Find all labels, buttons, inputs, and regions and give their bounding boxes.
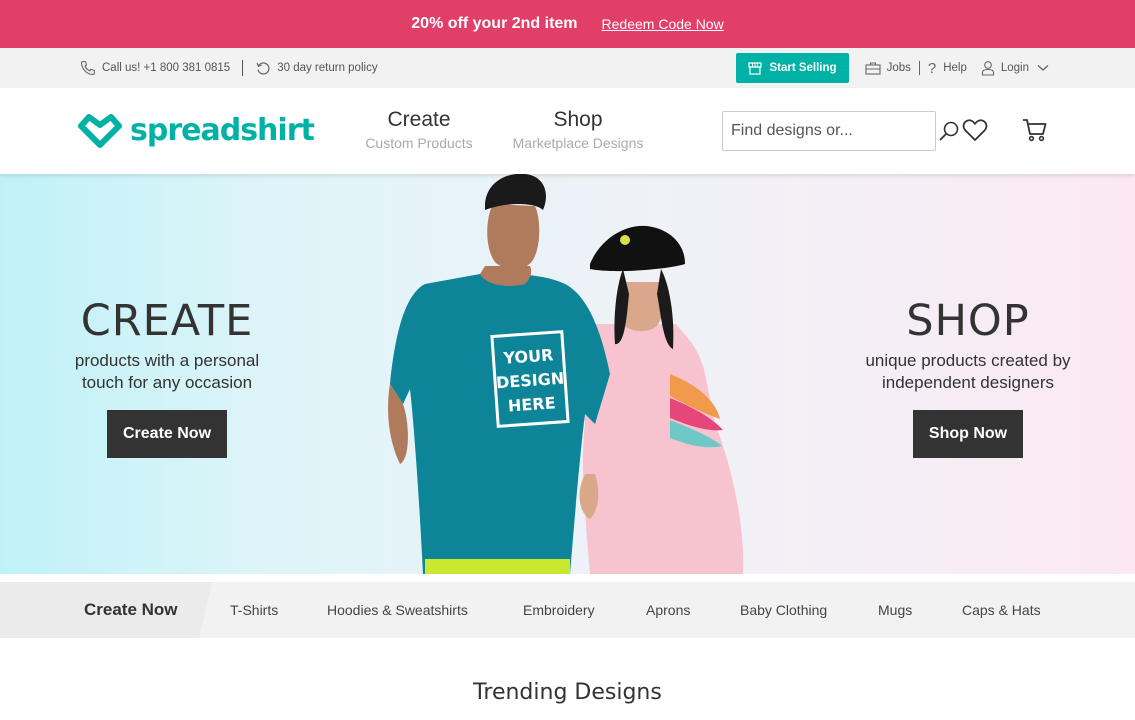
category-aprons[interactable]: Aprons xyxy=(646,582,690,638)
create-now-button[interactable]: Create Now xyxy=(106,410,228,458)
cart-icon[interactable] xyxy=(1022,118,1048,147)
category-t-shirts[interactable]: T-Shirts xyxy=(230,582,278,638)
phone-number[interactable]: Call us! +1 800 381 0815 xyxy=(102,62,230,74)
search-box xyxy=(722,111,959,151)
promo-bar: 20% off your 2nd item Redeem Code Now xyxy=(0,0,1135,48)
logo-text: spreadshirt xyxy=(130,112,315,148)
help-link[interactable]: ? Help xyxy=(928,60,967,77)
category-caps-hats[interactable]: Caps & Hats xyxy=(962,582,1041,638)
start-selling-label: Start Selling xyxy=(769,62,837,74)
divider xyxy=(918,61,920,75)
shirt-print-line3: HERE xyxy=(507,393,556,415)
nav-shop-title: Shop xyxy=(553,108,603,131)
category-create-now[interactable]: Create Now xyxy=(84,582,178,638)
hero-create-heading: CREATE xyxy=(80,296,254,346)
help-label: Help xyxy=(943,62,967,74)
hero-shop: SHOP unique products created by independ… xyxy=(818,298,1118,458)
man-figure: YOUR DESIGN HERE xyxy=(388,174,610,574)
main-header: spreadshirt Create Custom Products Shop … xyxy=(0,88,1135,174)
category-bar: Create Now T-Shirts Hoodies & Sweatshirt… xyxy=(0,582,1135,638)
utility-bar: Call us! +1 800 381 0815 30 day return p… xyxy=(0,48,1135,88)
search-icon[interactable] xyxy=(938,112,960,150)
user-icon xyxy=(981,61,994,76)
hero-shop-line1: unique products created by xyxy=(865,351,1071,370)
nav-create-sub: Custom Products xyxy=(365,135,473,151)
jobs-link[interactable]: Jobs xyxy=(865,61,911,75)
heart-logo-icon xyxy=(78,114,122,148)
woman-figure xyxy=(578,225,744,574)
spreadshirt-logo[interactable]: spreadshirt xyxy=(78,112,315,148)
category-embroidery[interactable]: Embroidery xyxy=(523,582,595,638)
chevron-down-icon xyxy=(1037,65,1049,71)
heart-icon[interactable] xyxy=(962,118,988,147)
hero-create-line2: touch for any occasion xyxy=(81,373,253,392)
jobs-label: Jobs xyxy=(886,62,911,74)
store-icon xyxy=(748,61,763,75)
shop-now-button[interactable]: Shop Now xyxy=(912,410,1024,458)
return-policy[interactable]: 30 day return policy xyxy=(277,62,377,74)
divider xyxy=(242,60,244,76)
briefcase-icon xyxy=(865,62,881,75)
promo-text: 20% off your 2nd item xyxy=(411,15,578,32)
category-baby-clothing[interactable]: Baby Clothing xyxy=(740,582,827,638)
hero-shop-heading: SHOP xyxy=(906,296,1030,346)
nav-create-title: Create xyxy=(387,108,451,131)
phone-icon xyxy=(80,60,96,76)
question-icon: ? xyxy=(927,59,937,77)
search-input[interactable] xyxy=(723,113,938,149)
login-label: Login xyxy=(1000,62,1029,74)
nav-shop[interactable]: Shop Marketplace Designs xyxy=(508,108,648,151)
section-title-trending: Trending Designs xyxy=(473,680,662,705)
category-hoodies[interactable]: Hoodies & Sweatshirts xyxy=(327,582,468,638)
hero-models-image: YOUR DESIGN HERE xyxy=(388,174,744,574)
hero-create: CREATE products with a personal touch fo… xyxy=(17,298,317,458)
hero-create-line1: products with a personal xyxy=(74,351,260,370)
nav-create[interactable]: Create Custom Products xyxy=(362,108,476,151)
return-icon xyxy=(255,60,271,76)
hero-shop-line2: independent designers xyxy=(881,373,1055,392)
start-selling-button[interactable]: Start Selling xyxy=(736,53,849,83)
nav-shop-sub: Marketplace Designs xyxy=(512,135,644,151)
hero-banner: CREATE products with a personal touch fo… xyxy=(0,174,1135,574)
category-mugs[interactable]: Mugs xyxy=(878,582,912,638)
shirt-print-line1: YOUR xyxy=(502,345,554,368)
login-link[interactable]: Login xyxy=(981,60,1055,76)
redeem-code-link[interactable]: Redeem Code Now xyxy=(602,16,724,32)
